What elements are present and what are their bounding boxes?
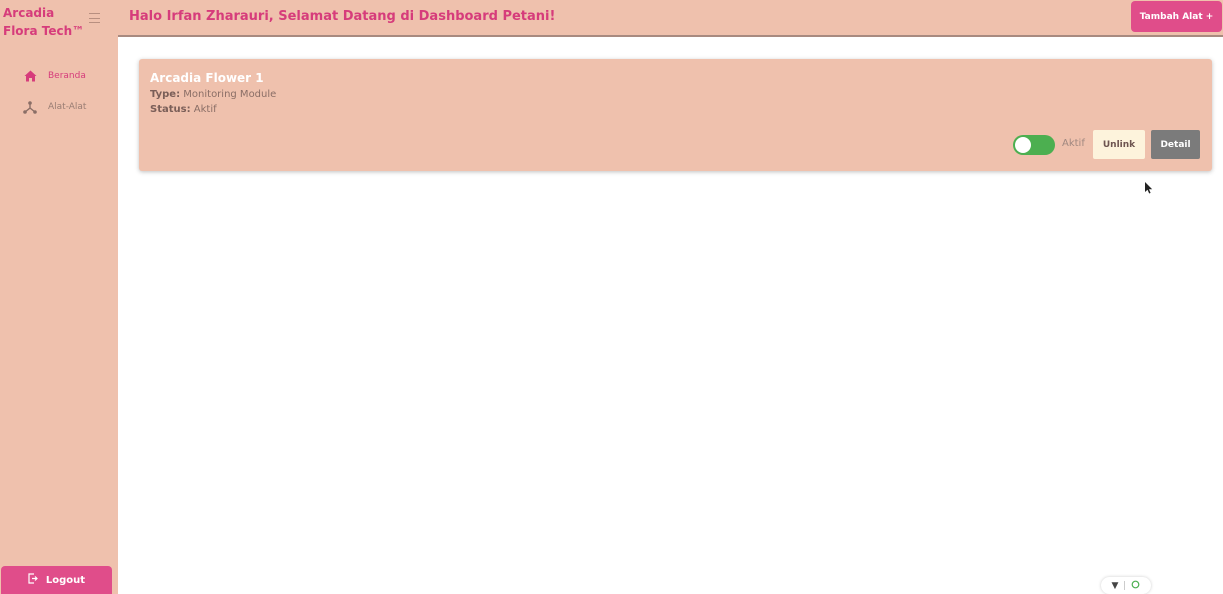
device-status: Status: Aktif bbox=[150, 104, 217, 115]
menu-toggle-icon[interactable] bbox=[89, 13, 100, 23]
toggle-label: Aktif bbox=[1062, 138, 1085, 149]
logout-button[interactable]: Logout bbox=[1, 566, 112, 594]
sidebar-item-label: Alat-Alat bbox=[48, 102, 87, 112]
sidebar-item-beranda[interactable]: Beranda bbox=[22, 67, 86, 85]
greeting-text: Halo Irfan Zharauri, Selamat Datang di D… bbox=[129, 9, 556, 24]
top-header: Halo Irfan Zharauri, Selamat Datang di D… bbox=[118, 0, 1223, 37]
device-type-label: Type: bbox=[150, 89, 181, 100]
sidebar-item-alat-alat[interactable]: Alat-Alat bbox=[22, 98, 86, 116]
device-card: Arcadia Flower 1 Type: Monitoring Module… bbox=[139, 59, 1212, 171]
sidebar: Arcadia Flora Tech™ Beranda Alat-Alat Lo… bbox=[0, 0, 118, 594]
hub-icon bbox=[22, 100, 38, 114]
status-dot-icon bbox=[1131, 580, 1140, 592]
add-device-button[interactable]: Tambah Alat + bbox=[1131, 1, 1222, 32]
device-name: Arcadia Flower 1 bbox=[150, 71, 264, 85]
unlink-button[interactable]: Unlink bbox=[1093, 130, 1145, 159]
brand-name: Arcadia Flora Tech™ bbox=[3, 6, 85, 38]
device-status-label: Status: bbox=[150, 104, 191, 115]
logout-icon bbox=[28, 573, 38, 587]
device-active-toggle[interactable] bbox=[1013, 135, 1055, 155]
floating-widget[interactable]: ▼ bbox=[1101, 577, 1151, 594]
logout-label: Logout bbox=[45, 574, 86, 586]
sidebar-item-label: Beranda bbox=[48, 71, 86, 81]
device-type-value: Monitoring Module bbox=[183, 89, 277, 100]
device-type: Type: Monitoring Module bbox=[150, 89, 276, 100]
toggle-knob bbox=[1015, 137, 1031, 153]
device-status-value: Aktif bbox=[193, 104, 217, 115]
mouse-cursor-icon bbox=[1145, 182, 1153, 194]
home-icon bbox=[22, 69, 38, 83]
detail-button[interactable]: Detail bbox=[1151, 130, 1200, 159]
chevron-down-icon[interactable]: ▼ bbox=[1112, 581, 1119, 591]
widget-divider bbox=[1124, 581, 1126, 590]
